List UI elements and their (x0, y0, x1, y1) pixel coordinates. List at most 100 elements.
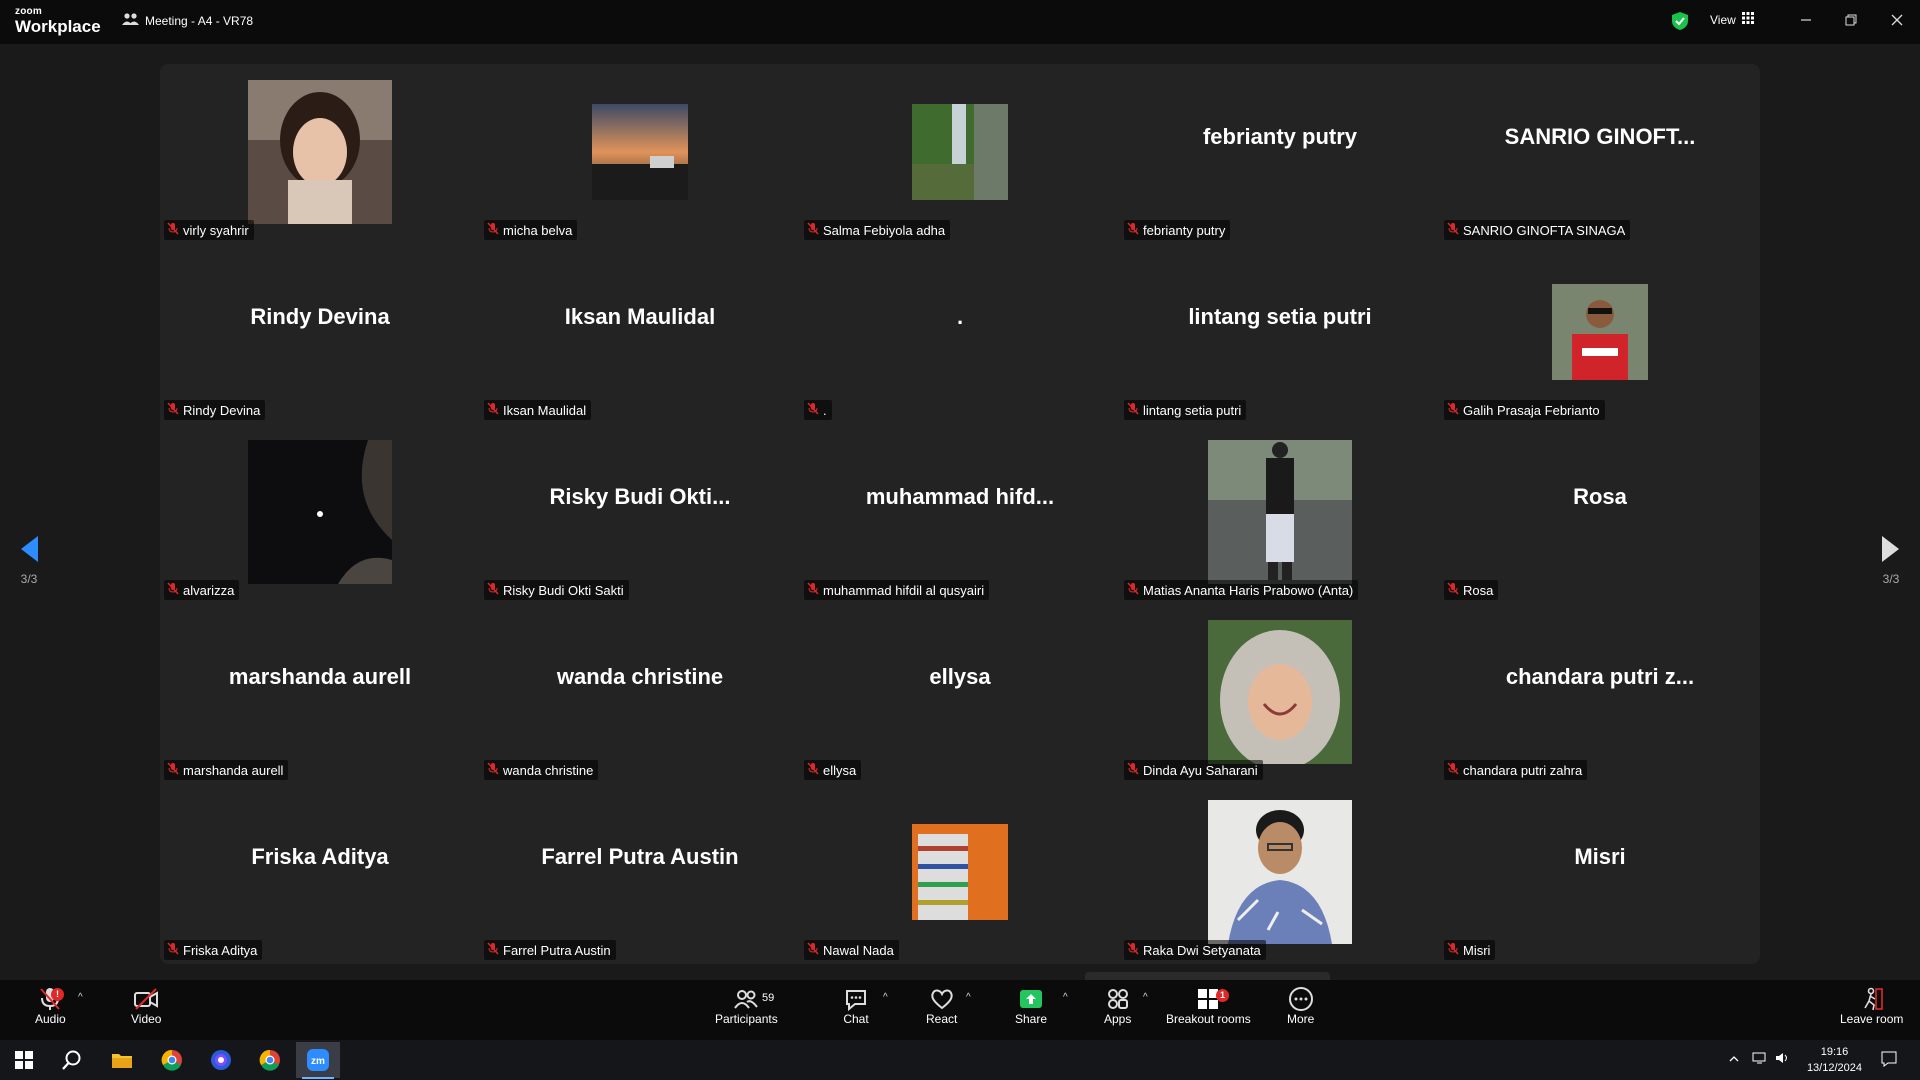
minimize-icon[interactable] (1795, 10, 1817, 30)
leave-label: Leave room (1840, 1012, 1904, 1026)
view-button[interactable]: View (1710, 12, 1754, 27)
participant-tile[interactable]: alvarizza (160, 424, 480, 604)
mic-muted-icon (167, 582, 179, 598)
page-next[interactable]: 3/3 (1871, 534, 1911, 586)
participant-tile[interactable]: SANRIO GINOFT... SANRIO GINOFTA SINAGA (1440, 64, 1760, 244)
participant-name-text: Misri (1463, 942, 1491, 958)
participant-name-text: alvarizza (183, 582, 235, 598)
system-clock[interactable]: 19:16 13/12/2024 (1807, 1044, 1862, 1076)
participant-tile[interactable]: .. (800, 244, 1120, 424)
mic-muted-icon (487, 402, 499, 418)
chat-button[interactable]: Chat (843, 986, 869, 1026)
participant-photo (1208, 440, 1352, 584)
meeting-title[interactable]: Meeting - A4 - VR78 (122, 12, 253, 30)
share-button[interactable]: Share (1015, 986, 1047, 1026)
participant-tile[interactable]: Dinda Ayu Saharani (1120, 604, 1440, 784)
mic-muted-icon (807, 762, 819, 778)
volume-icon[interactable] (1775, 1051, 1791, 1070)
participant-name-label: Dinda Ayu Saharani (1124, 760, 1263, 780)
leave-room-button[interactable]: Leave room (1840, 986, 1903, 1026)
participant-tile[interactable]: chandara putri z... chandara putri zahra (1440, 604, 1760, 784)
participant-tile[interactable]: wanda christine wanda christine (480, 604, 800, 784)
mic-muted-icon (167, 402, 179, 418)
participant-tile[interactable]: Friska Aditya Friska Aditya (160, 784, 480, 964)
participant-name-text: marshanda aurell (183, 762, 284, 778)
chat-options-caret[interactable]: ^ (883, 992, 888, 1003)
participant-name-text: Matias Ananta Haris Prabowo (Anta) (1143, 582, 1354, 598)
more-label: More (1287, 1012, 1315, 1026)
participant-photo (248, 80, 392, 224)
participant-tile[interactable]: Matias Ananta Haris Prabowo (Anta) (1120, 424, 1440, 604)
participant-tile[interactable]: lintang setia putri lintang setia putri (1120, 244, 1440, 424)
file-explorer-icon[interactable] (100, 1042, 144, 1078)
title-bar: zoom Workplace Meeting - A4 - VR78 View (0, 0, 1920, 44)
participant-tile[interactable]: micha belva (480, 64, 800, 244)
notifications-icon[interactable] (1880, 1050, 1898, 1073)
participant-name-label: Matias Ananta Haris Prabowo (Anta) (1124, 580, 1359, 600)
windows-start-icon[interactable] (2, 1042, 46, 1078)
chrome-icon[interactable] (150, 1042, 194, 1078)
participant-name-label: muhammad hifdil al qusyairi (804, 580, 990, 600)
page-indicator-right: 3/3 (1882, 572, 1900, 586)
mic-muted-icon (1447, 582, 1459, 598)
participant-tile[interactable]: ellysa ellysa (800, 604, 1120, 784)
participant-name-label: Salma Febiyola adha (804, 220, 951, 240)
participant-tile[interactable]: Iksan Maulidal Iksan Maulidal (480, 244, 800, 424)
page-indicator-left: 3/3 (20, 572, 38, 586)
participant-tile[interactable]: Nawal Nada (800, 784, 1120, 964)
participant-name-text: Raka Dwi Setyanata (1143, 942, 1261, 958)
security-shield-icon[interactable] (1671, 11, 1689, 36)
participant-tile[interactable]: Salma Febiyola adha (800, 64, 1120, 244)
participant-display-name: wanda christine (556, 664, 724, 689)
zoom-taskbar-icon[interactable]: zm (296, 1042, 340, 1078)
participant-tile[interactable]: febrianty putry febrianty putry (1120, 64, 1440, 244)
browser-app-icon[interactable] (199, 1042, 243, 1078)
video-button[interactable]: Video (131, 986, 161, 1026)
participant-display-name: Rosa (1573, 484, 1627, 509)
audio-options-caret[interactable]: ^ (78, 992, 83, 1003)
breakout-rooms-button[interactable]: Breakout rooms (1166, 986, 1251, 1026)
participant-name-label: micha belva (484, 220, 578, 240)
participant-name-text: muhammad hifdil al qusyairi (823, 582, 985, 598)
react-button[interactable]: React (926, 986, 957, 1026)
participant-tile[interactable]: virly syahrir (160, 64, 480, 244)
close-icon[interactable] (1886, 10, 1908, 30)
participant-name-text: micha belva (503, 222, 573, 238)
participant-display-name: Misri (1574, 844, 1626, 869)
react-options-caret[interactable]: ^ (966, 992, 971, 1003)
participant-tile[interactable]: Rindy Devina Rindy Devina (160, 244, 480, 424)
participant-grid: virly syahrir micha belva Salma Febiyola a… (160, 64, 1760, 964)
participant-name-label: alvarizza (164, 580, 240, 600)
participant-tile[interactable]: Raka Dwi Setyanata (1120, 784, 1440, 964)
mic-muted-icon (487, 582, 499, 598)
search-icon[interactable] (50, 1042, 94, 1078)
participant-tile[interactable]: Rosa Rosa (1440, 424, 1760, 604)
participant-tile[interactable]: marshanda aurell marshanda aurell (160, 604, 480, 784)
restore-icon[interactable] (1840, 10, 1862, 30)
participant-tile[interactable]: Misri Misri (1440, 784, 1760, 964)
page-prev[interactable]: 3/3 (9, 534, 49, 586)
network-icon[interactable] (1752, 1051, 1768, 1070)
share-options-caret[interactable]: ^ (1063, 992, 1068, 1003)
participant-name-text: Galih Prasaja Febrianto (1463, 402, 1600, 418)
participant-name-label: Nawal Nada (804, 940, 899, 960)
participant-tile[interactable]: Risky Budi Okti... Risky Budi Okti Sakti (480, 424, 800, 604)
participant-name-label: Rosa (1444, 580, 1499, 600)
participant-name-text: wanda christine (503, 762, 594, 778)
chrome-profile-icon[interactable] (248, 1042, 292, 1078)
participant-tile[interactable]: Farrel Putra Austin Farrel Putra Austin (480, 784, 800, 964)
tray-chevron-icon[interactable] (1728, 1052, 1740, 1070)
participant-display-name: Friska Aditya (251, 844, 389, 869)
brand-small: zoom (15, 6, 42, 17)
participant-name-label: . (804, 400, 832, 420)
participant-name-text: Risky Budi Okti Sakti (503, 582, 624, 598)
apps-button[interactable]: Apps (1104, 986, 1131, 1026)
participant-tile[interactable]: muhammad hifd... muhammad hifdil al qusya… (800, 424, 1120, 604)
participant-photo (912, 824, 1008, 920)
participant-tile[interactable]: Galih Prasaja Febrianto (1440, 244, 1760, 424)
participant-name-label: Farrel Putra Austin (484, 940, 616, 960)
more-button[interactable]: More (1287, 986, 1314, 1026)
apps-options-caret[interactable]: ^ (1143, 992, 1148, 1003)
participant-name-label: febrianty putry (1124, 220, 1231, 240)
participant-display-name: muhammad hifd... (865, 484, 1055, 509)
